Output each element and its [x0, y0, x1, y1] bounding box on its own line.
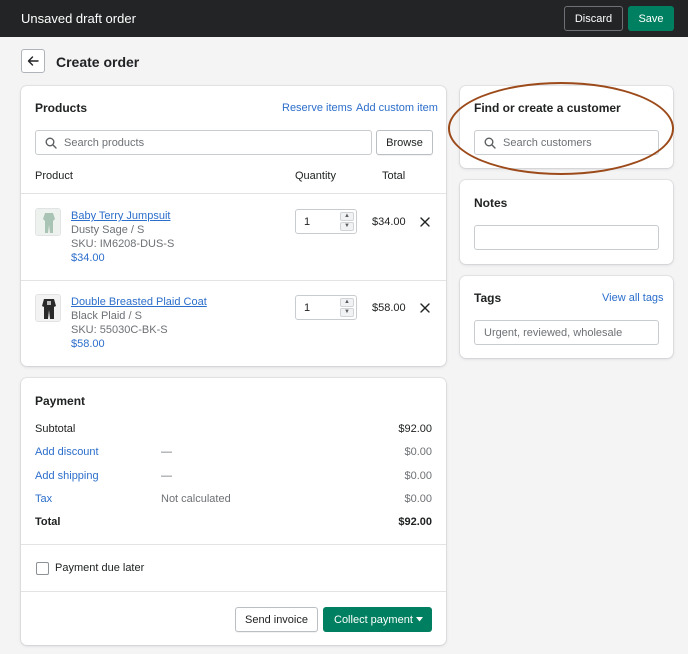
notes-input[interactable] — [475, 226, 658, 249]
shipping-description: — — [161, 470, 172, 482]
product-thumbnail[interactable] — [35, 208, 61, 236]
tax-link[interactable]: Tax — [35, 493, 52, 505]
search-icon — [45, 137, 57, 149]
line-item: Baby Terry Jumpsuit Dusty Sage / S SKU: … — [21, 194, 446, 280]
product-sku: SKU: 55030C-BK-S — [71, 324, 168, 336]
line-item: Double Breasted Plaid Coat Black Plaid /… — [21, 280, 446, 366]
products-title: Products — [35, 101, 88, 115]
product-variant: Black Plaid / S — [71, 310, 142, 322]
search-icon — [484, 137, 496, 149]
payment-due-later-checkbox[interactable] — [36, 562, 49, 575]
tags-title: Tags — [474, 291, 502, 305]
increment-icon[interactable]: ▲ — [340, 212, 354, 221]
payment-card: Payment Subtotal $92.00 Add discount — $… — [21, 378, 446, 645]
quantity-stepper[interactable]: 1 ▲ ▼ — [295, 295, 357, 320]
notes-title: Notes — [474, 196, 508, 210]
customer-title: Find or create a customer — [474, 101, 621, 115]
add-custom-item-link[interactable]: Add custom item — [356, 102, 438, 114]
draft-status-title: Unsaved draft order — [21, 11, 136, 26]
divider — [21, 544, 446, 545]
page-title: Create order — [56, 54, 140, 70]
column-header-total: Total — [382, 170, 406, 182]
discount-value: $0.00 — [404, 446, 432, 458]
subtotal-value: $92.00 — [398, 423, 432, 435]
product-name-link[interactable]: Baby Terry Jumpsuit — [71, 210, 170, 222]
tags-card: Tags View all tags — [460, 276, 673, 358]
arrow-left-icon — [27, 56, 39, 66]
decrement-icon[interactable]: ▼ — [340, 222, 354, 231]
customer-search-field[interactable] — [474, 130, 659, 155]
notes-card: Notes — [460, 180, 673, 264]
tags-field[interactable] — [474, 320, 659, 345]
quantity-stepper[interactable]: 1 ▲ ▼ — [295, 209, 357, 234]
total-label: Total — [35, 516, 61, 528]
save-button[interactable]: Save — [628, 6, 674, 31]
add-shipping-link[interactable]: Add shipping — [35, 470, 99, 482]
column-header-quantity: Quantity — [295, 170, 336, 182]
notes-field[interactable] — [474, 225, 659, 250]
add-discount-link[interactable]: Add discount — [35, 446, 99, 458]
product-price: $34.00 — [71, 252, 105, 264]
decrement-icon[interactable]: ▼ — [340, 308, 354, 317]
tax-description: Not calculated — [161, 493, 231, 505]
discard-button[interactable]: Discard — [564, 6, 623, 31]
product-thumbnail[interactable] — [35, 294, 61, 322]
tags-input[interactable] — [475, 321, 658, 344]
send-invoice-button[interactable]: Send invoice — [235, 607, 318, 632]
shipping-value: $0.00 — [404, 470, 432, 482]
product-sku: SKU: IM6208-DUS-S — [71, 238, 175, 250]
customer-search-input[interactable] — [475, 131, 658, 154]
browse-button[interactable]: Browse — [376, 130, 433, 155]
increment-icon[interactable]: ▲ — [340, 298, 354, 307]
products-card: Products Reserve items Add custom item B… — [21, 86, 446, 366]
quantity-value: 1 — [304, 216, 311, 228]
product-search-input[interactable] — [36, 131, 371, 154]
payment-title: Payment — [35, 394, 86, 408]
remove-item-icon[interactable] — [420, 303, 430, 313]
column-header-product: Product — [35, 170, 73, 182]
view-all-tags-link[interactable]: View all tags — [602, 292, 664, 304]
product-variant: Dusty Sage / S — [71, 224, 145, 236]
discount-description: — — [161, 446, 172, 458]
customer-card: Find or create a customer — [460, 86, 673, 168]
product-search-field[interactable] — [35, 130, 372, 155]
total-value: $92.00 — [398, 516, 432, 528]
product-price: $58.00 — [71, 338, 105, 350]
remove-item-icon[interactable] — [420, 217, 430, 227]
tax-value: $0.00 — [404, 493, 432, 505]
payment-due-later-label[interactable]: Payment due later — [55, 562, 144, 574]
collect-payment-button[interactable]: Collect payment — [323, 607, 432, 632]
caret-down-icon — [416, 617, 423, 622]
divider — [21, 591, 446, 592]
quantity-value: 1 — [304, 302, 311, 314]
line-total: $58.00 — [372, 302, 406, 314]
top-bar: Unsaved draft order Discard Save — [0, 0, 688, 37]
collect-payment-label: Collect payment — [334, 613, 413, 626]
line-total: $34.00 — [372, 216, 406, 228]
back-button[interactable] — [21, 49, 45, 73]
product-name-link[interactable]: Double Breasted Plaid Coat — [71, 296, 207, 308]
subtotal-label: Subtotal — [35, 423, 76, 435]
reserve-items-link[interactable]: Reserve items — [282, 102, 352, 114]
